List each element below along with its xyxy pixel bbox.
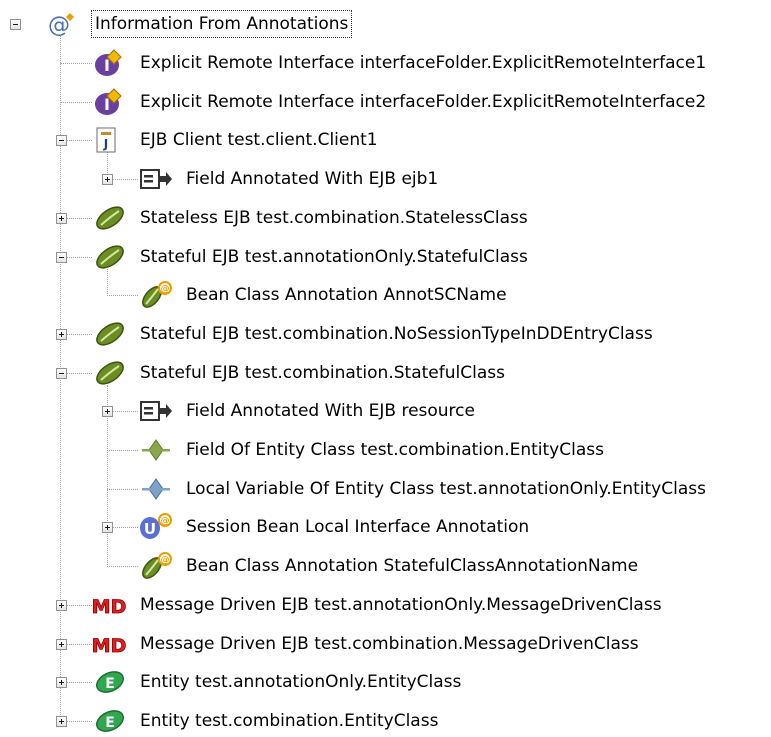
field-icon <box>138 435 174 465</box>
message-driven-bean-icon: MD <box>92 590 128 620</box>
expand-toggle[interactable] <box>56 600 67 611</box>
tree-node-label[interactable]: Entity test.combination.EntityClass <box>137 707 441 735</box>
collapse-toggle[interactable] <box>56 135 67 146</box>
expand-toggle[interactable] <box>102 406 113 417</box>
svg-text:@: @ <box>161 556 170 566</box>
annotated-field-icon <box>138 396 174 426</box>
svg-text:@: @ <box>161 517 170 527</box>
expand-toggle[interactable] <box>102 174 113 185</box>
annotated-field-icon <box>138 164 174 194</box>
tree-node-label[interactable]: Field Of Entity Class test.combination.E… <box>183 436 607 464</box>
svg-text:E: E <box>105 715 115 731</box>
tree-node-label[interactable]: Session Bean Local Interface Annotation <box>183 513 532 541</box>
tree-node-label[interactable]: Message Driven EJB test.combination.Mess… <box>137 630 642 658</box>
annotations-tree: @ Information From Annotations I Explicit R… <box>0 0 771 737</box>
collapse-toggle[interactable] <box>56 252 67 263</box>
tree-root-label[interactable]: Information From Annotations <box>91 10 353 38</box>
entity-bean-icon: E <box>92 667 128 697</box>
expand-toggle[interactable] <box>56 213 67 224</box>
tree-connector <box>60 63 92 64</box>
tree-connector <box>107 489 138 490</box>
session-bean-icon <box>92 319 128 349</box>
session-bean-icon <box>92 358 128 388</box>
collapse-toggle[interactable] <box>56 368 67 379</box>
message-driven-bean-icon: MD <box>92 629 128 659</box>
remote-interface-icon: I <box>92 87 128 117</box>
ejb-client-icon: J <box>92 125 128 155</box>
tree-node-label[interactable]: Bean Class Annotation AnnotSCName <box>183 281 510 309</box>
svg-text:MD: MD <box>92 596 126 618</box>
collapse-toggle[interactable] <box>10 19 21 30</box>
expand-toggle[interactable] <box>56 716 67 727</box>
tree-connector <box>107 269 108 296</box>
tree-node-label[interactable]: Stateful EJB test.combination.StatefulCl… <box>137 359 508 387</box>
local-variable-icon <box>138 474 174 504</box>
tree-node-label[interactable]: Explicit Remote Interface interfaceFolde… <box>137 49 709 77</box>
svg-text:U: U <box>144 520 156 538</box>
tree-node-label[interactable]: Bean Class Annotation StatefulClassAnnot… <box>183 552 641 580</box>
tree-connector <box>60 102 92 103</box>
svg-text:E: E <box>105 676 115 692</box>
tree-connector <box>107 450 138 451</box>
tree-node-label[interactable]: Stateful EJB test.combination.NoSessionT… <box>137 320 656 348</box>
local-interface-annotation-icon: U @ <box>138 512 174 542</box>
tree-node-label[interactable]: Field Annotated With EJB resource <box>183 397 478 425</box>
svg-text:@: @ <box>161 285 170 295</box>
tree-node-label[interactable]: EJB Client test.client.Client1 <box>137 126 381 154</box>
expand-toggle[interactable] <box>56 329 67 340</box>
bean-class-annotation-icon: @ <box>138 280 174 310</box>
session-bean-icon <box>92 242 128 272</box>
tree-node-label[interactable]: Local Variable Of Entity Class test.anno… <box>183 475 709 503</box>
tree-node-label[interactable]: Entity test.annotationOnly.EntityClass <box>137 668 464 696</box>
tree-connector <box>107 566 138 567</box>
tree-node-label[interactable]: Stateless EJB test.combination.Stateless… <box>137 204 531 232</box>
tree-node-label[interactable]: Explicit Remote Interface interfaceFolde… <box>137 88 709 116</box>
bean-class-annotation-icon: @ <box>138 551 174 581</box>
tree-node-label[interactable]: Stateful EJB test.annotationOnly.Statefu… <box>137 243 531 271</box>
tree-connector <box>107 295 138 296</box>
remote-interface-icon: I <box>92 48 128 78</box>
svg-text:MD: MD <box>92 635 126 657</box>
expand-toggle[interactable] <box>56 639 67 650</box>
expand-toggle[interactable] <box>102 522 113 533</box>
annotation-info-icon: @ <box>46 9 82 39</box>
tree-node-label[interactable]: Field Annotated With EJB ejb1 <box>183 165 441 193</box>
session-bean-icon <box>92 203 128 233</box>
expand-toggle[interactable] <box>56 677 67 688</box>
svg-text:J: J <box>103 137 108 151</box>
tree-node-label[interactable]: Message Driven EJB test.annotationOnly.M… <box>137 591 665 619</box>
entity-bean-icon: E <box>92 706 128 736</box>
